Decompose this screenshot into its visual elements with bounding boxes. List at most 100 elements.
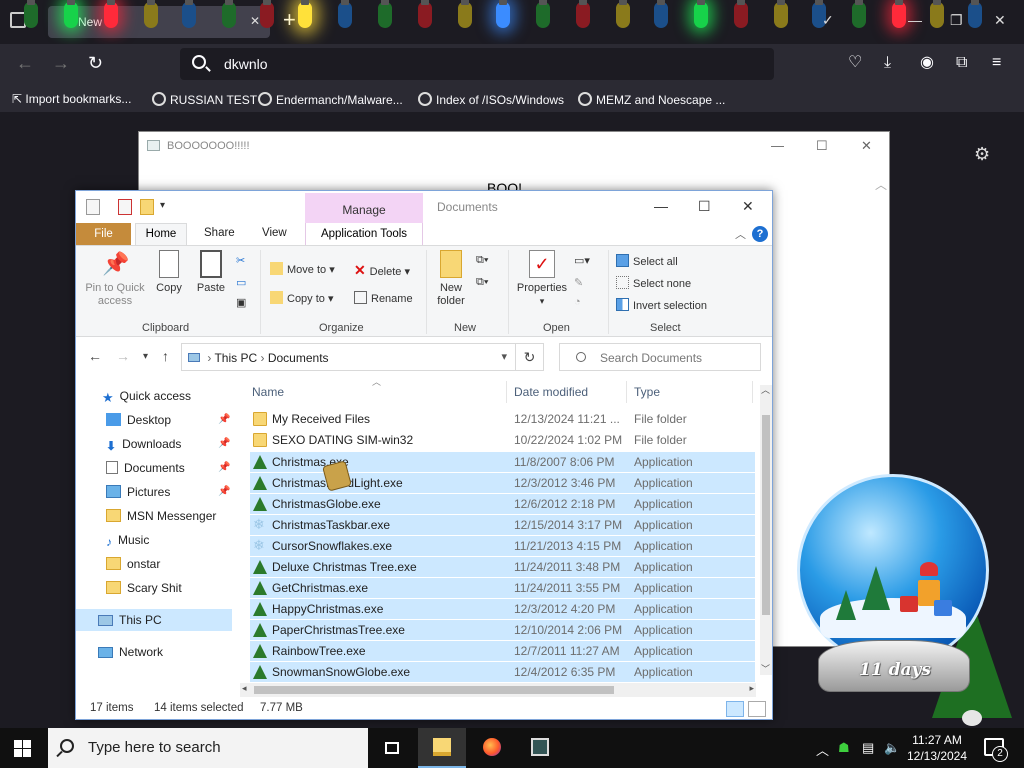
column-type[interactable]: Type	[634, 385, 660, 399]
reload-icon[interactable]: ↻	[88, 54, 103, 72]
browser-tab[interactable]: New ✕	[48, 6, 270, 38]
open-icon[interactable]: ▭▾	[574, 254, 590, 267]
breadcrumb-this-pc[interactable]: This PC	[214, 351, 257, 365]
move-to-button[interactable]: Move to ▾	[270, 262, 335, 276]
select-all-button[interactable]: Select all	[616, 254, 678, 268]
maximize-icon[interactable]: ☐	[698, 198, 711, 215]
column-separator[interactable]	[506, 381, 507, 403]
nav-msn-messenger[interactable]: MSN Messenger	[76, 505, 232, 527]
minimize-icon[interactable]: —	[654, 198, 668, 214]
file-row[interactable]: PaperChristmasTree.exe 12/10/2014 2:06 PM…	[250, 619, 755, 640]
copy-to-button[interactable]: Copy to ▾	[270, 291, 334, 305]
tab-home[interactable]: Home	[135, 223, 187, 245]
cut-icon[interactable]: ✂	[236, 254, 245, 267]
taskbar-clock[interactable]: 11:27 AM 12/13/2024	[902, 732, 972, 764]
scroll-up-icon[interactable]: ︿	[761, 383, 770, 396]
tab-application-tools[interactable]: Application Tools	[305, 223, 423, 245]
new-folder-quick-icon[interactable]	[140, 199, 154, 215]
address-bar[interactable]: › This PC › Documents ▾	[181, 343, 516, 371]
nav-desktop[interactable]: Desktop 📌	[76, 409, 232, 431]
easy-access-icon[interactable]: ⧉▾	[476, 276, 488, 289]
nav-quick-access[interactable]: ★ Quick access	[76, 385, 232, 407]
column-date-modified[interactable]: Date modified	[514, 385, 588, 399]
nav-documents[interactable]: Documents 📌	[76, 457, 232, 479]
file-row[interactable]: GetChristmas.exe 11/24/2011 3:55 PM Applic…	[250, 577, 755, 598]
back-icon[interactable]: ←	[16, 54, 34, 72]
file-row[interactable]: HappyChristmas.exe 12/3/2012 4:20 PM Appli…	[250, 598, 755, 619]
back-icon[interactable]: ←	[88, 348, 102, 364]
rename-button[interactable]: Rename	[354, 291, 413, 305]
file-row[interactable]: Deluxe Christmas Tree.exe 11/24/2011 3:48…	[250, 556, 755, 577]
close-window-icon[interactable]: ✕	[994, 12, 1006, 29]
large-icons-view-button[interactable]	[748, 701, 766, 717]
close-icon[interactable]: ✕	[861, 138, 872, 154]
windows-start-icon[interactable]	[14, 740, 31, 757]
column-separator[interactable]	[626, 381, 627, 403]
taskbar-search-input[interactable]: Type here to search	[48, 728, 368, 768]
nav-scary-shit[interactable]: Scary Shit	[76, 577, 232, 599]
minimize-icon[interactable]: —	[908, 12, 922, 28]
volume-muted-icon[interactable]: 🔈	[884, 740, 900, 756]
gear-icon[interactable]: ⚙	[974, 144, 990, 165]
bookmark-isos[interactable]: Index of /ISOs/Windows	[418, 92, 564, 107]
details-view-button[interactable]	[726, 701, 744, 717]
forward-icon[interactable]: →	[52, 54, 70, 72]
forward-icon[interactable]: →	[116, 348, 130, 364]
task-view-button[interactable]	[368, 728, 416, 768]
taskbar-file-explorer[interactable]	[418, 728, 466, 768]
file-row[interactable]: ❄ ChristmasTaskbar.exe 12/15/2014 3:17 PM A…	[250, 514, 755, 535]
new-item-icon[interactable]: ⧉▾	[476, 254, 488, 267]
nav-music[interactable]: ♪ Music	[76, 529, 232, 551]
nav-pictures[interactable]: Pictures 📌	[76, 481, 232, 503]
refresh-button[interactable]: ↻	[516, 343, 544, 371]
downloads-icon[interactable]: ⤓	[884, 55, 891, 71]
nav-downloads[interactable]: ⬇ Downloads 📌	[76, 433, 232, 455]
vertical-scrollbar[interactable]: ︿ ﹀	[760, 385, 772, 675]
file-row[interactable]: My Received Files 12/13/2024 11:21 ... Fil…	[250, 409, 755, 430]
invert-selection-button[interactable]: Invert selection	[616, 298, 707, 312]
minimize-icon[interactable]: —	[771, 138, 784, 153]
show-hidden-icons-icon[interactable]: ︿	[816, 740, 829, 759]
tab-share[interactable]: Share	[204, 227, 235, 239]
copy-path-icon[interactable]: ▭	[236, 276, 246, 289]
bookmark-memz[interactable]: MEMZ and Noescape ...	[578, 92, 725, 107]
tab-chevron-icon[interactable]: ✓	[822, 12, 834, 29]
address-dropdown-icon[interactable]: ▾	[501, 350, 507, 363]
copy-button[interactable]: Copy	[154, 250, 184, 295]
account-icon[interactable]: ◉	[920, 55, 934, 71]
edit-icon[interactable]: ✎	[574, 276, 583, 289]
collapse-ribbon-icon[interactable]: ︿	[735, 226, 746, 242]
paste-shortcut-icon[interactable]: ▣	[236, 296, 246, 309]
file-row[interactable]: RainbowTree.exe 12/7/2011 11:27 AM Applica…	[250, 640, 755, 661]
recent-locations-icon[interactable]: ▾	[143, 351, 148, 362]
extensions-icon[interactable]: ⧉	[956, 55, 967, 71]
taskbar-firefox[interactable]	[468, 728, 516, 768]
bookmark-import[interactable]: ⇱ Import bookmarks...	[12, 92, 131, 106]
breadcrumb-documents[interactable]: Documents	[268, 351, 329, 365]
bookmark-russian-test[interactable]: RUSSIAN TEST	[152, 92, 257, 107]
taskbar-app-window[interactable]	[516, 728, 564, 768]
nav-onstar[interactable]: onstar	[76, 553, 232, 575]
properties-button[interactable]: ✓ Properties ▾	[514, 250, 570, 308]
column-separator[interactable]	[752, 381, 753, 403]
scroll-right-icon[interactable]: ▸	[749, 683, 754, 694]
close-icon[interactable]: ✕	[742, 198, 754, 215]
close-tab-icon[interactable]: ✕	[250, 14, 260, 28]
search-documents-input[interactable]: Search Documents	[559, 343, 761, 371]
column-name[interactable]: Name	[252, 385, 284, 399]
new-folder-button[interactable]: New folder	[432, 250, 470, 308]
scroll-down-icon[interactable]: ﹀	[761, 662, 770, 675]
maximize-icon[interactable]: ☐	[816, 138, 828, 154]
nav-network[interactable]: Network	[76, 641, 232, 663]
file-row[interactable]: SnowmanSnowGlobe.exe 12/4/2012 6:35 PM App…	[250, 661, 755, 682]
menu-icon[interactable]: ≡	[992, 55, 1001, 71]
help-icon[interactable]: ?	[752, 226, 768, 242]
up-icon[interactable]: ↑	[162, 348, 169, 364]
vertical-scroll-thumb[interactable]	[762, 415, 770, 615]
restore-icon[interactable]: ❐	[950, 12, 963, 29]
file-row[interactable]: ❄ CursorSnowflakes.exe 11/21/2013 4:15 PM A…	[250, 535, 755, 556]
new-tab-button[interactable]: +	[283, 9, 296, 31]
tab-view[interactable]: View	[262, 227, 287, 239]
nav-this-pc[interactable]: This PC	[76, 609, 232, 631]
horizontal-scrollbar[interactable]: ◂ ▸	[240, 683, 756, 697]
